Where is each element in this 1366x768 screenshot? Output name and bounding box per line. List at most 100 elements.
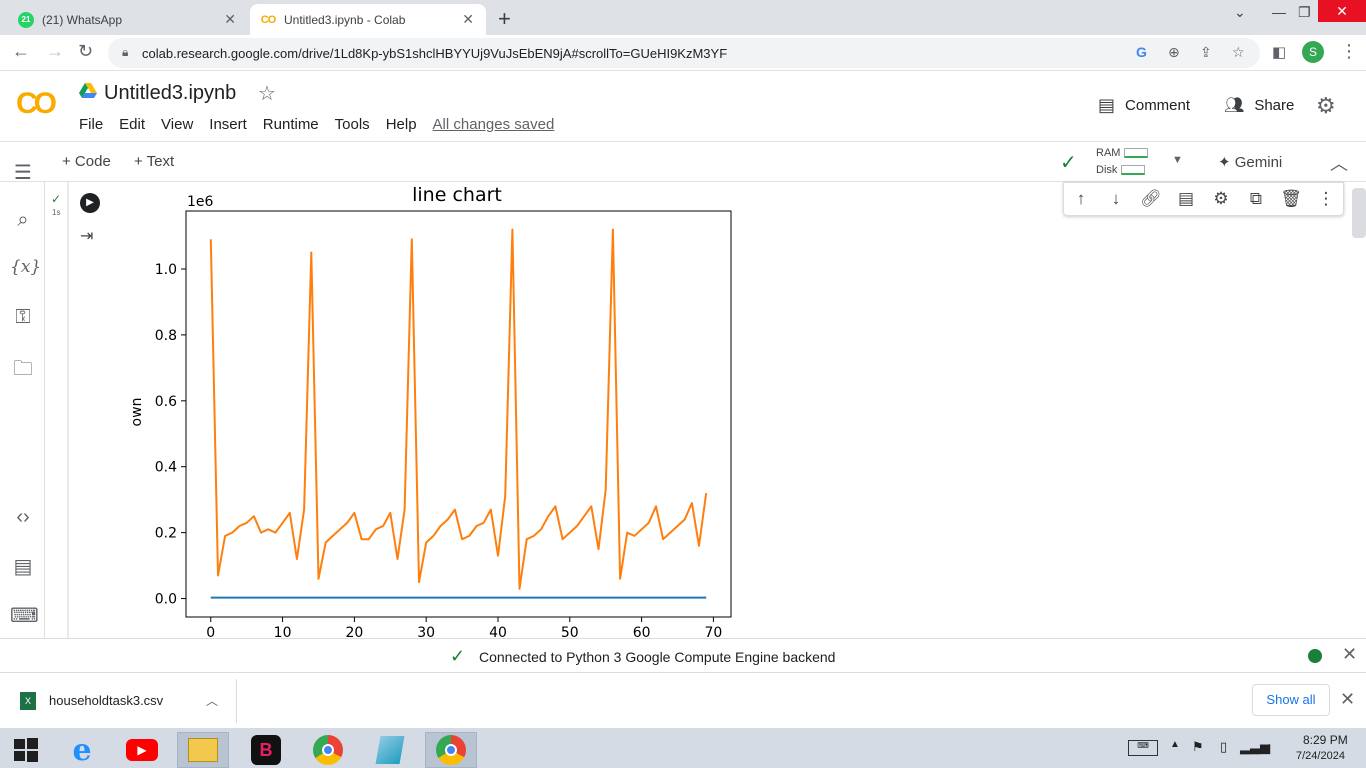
colab-icon: CO — [260, 13, 277, 26]
add-text-button[interactable]: + Text — [134, 153, 174, 170]
whatsapp-icon: 21 — [18, 11, 34, 28]
chevron-up-icon[interactable]: ︿ — [206, 692, 218, 709]
show-all-button[interactable]: Show all — [1252, 684, 1330, 716]
close-icon[interactable]: ✕ — [1340, 689, 1355, 710]
comment-icon[interactable]: ▤ — [1175, 189, 1197, 209]
menu-edit[interactable]: Edit — [119, 116, 145, 133]
comment-button[interactable]: ▤ Comment — [1098, 95, 1190, 116]
clock-date[interactable]: 7/24/2024 — [1296, 750, 1345, 762]
code-snippets-icon[interactable]: ‹› — [10, 506, 36, 529]
close-icon[interactable]: ✕ — [1342, 644, 1357, 665]
tab-label: Untitled3.ipynb - Colab — [284, 12, 406, 27]
folder-icon[interactable]: 🗀 — [10, 354, 36, 388]
menu-insert[interactable]: Insert — [209, 116, 247, 133]
close-tab-icon[interactable]: ✕ — [224, 11, 236, 28]
add-code-button[interactable]: + Code — [62, 153, 111, 170]
move-down-icon[interactable]: ↓ — [1105, 189, 1127, 209]
flag-icon[interactable]: ⚑ — [1192, 739, 1204, 755]
download-filename[interactable]: householdtask3.csv — [49, 693, 163, 708]
menu-help[interactable]: Help — [386, 116, 417, 133]
menu-view[interactable]: View — [161, 116, 193, 133]
status-text: Connected to Python 3 Google Compute Eng… — [479, 649, 836, 665]
scrollbar-thumb[interactable] — [1352, 188, 1366, 238]
google-drive-icon[interactable] — [79, 83, 97, 99]
cell-actions-toolbar: ↑ ↓ 🔗︎ ▤ ⚙ ⧉ 🗑︎ ⋮ — [1063, 182, 1344, 216]
chevron-up-icon[interactable]: ▲ — [1170, 739, 1180, 750]
menu-runtime[interactable]: Runtime — [263, 116, 319, 133]
address-bar[interactable]: 🔒︎ colab.research.google.com/drive/1Ld8K… — [108, 38, 1260, 68]
colab-logo[interactable]: CO — [16, 87, 57, 121]
run-cell-button[interactable]: ▶ — [80, 193, 100, 213]
save-status-link[interactable]: All changes saved — [433, 116, 555, 133]
download-bar: X householdtask3.csv ︿ Show all ✕ — [0, 672, 1366, 728]
file-explorer-icon[interactable] — [177, 732, 229, 768]
variables-icon[interactable]: {x} — [10, 257, 41, 277]
internet-explorer-icon[interactable]: e — [56, 732, 108, 768]
share-button[interactable]: 👥︎ Share — [1224, 95, 1294, 115]
lock-icon[interactable]: 🔒︎ — [122, 45, 128, 60]
x-tick-label: 10 — [274, 625, 292, 638]
y-scale-label: 1e6 — [187, 194, 214, 210]
ram-label: RAM — [1096, 147, 1121, 159]
star-icon[interactable]: ☆ — [258, 81, 276, 106]
windows-start-button[interactable] — [0, 732, 52, 768]
reload-icon[interactable]: ↻ — [78, 41, 93, 62]
gear-icon[interactable]: ⚙ — [1210, 189, 1232, 209]
app-icon[interactable]: B — [240, 732, 292, 768]
battery-icon[interactable]: ▯ — [1220, 739, 1227, 755]
command-palette-icon[interactable]: ▤ — [10, 554, 36, 579]
zoom-icon[interactable]: ⊕ — [1168, 44, 1180, 61]
notebook-area: ✓ 1s ▶ ⇥ line chart 1e6 own 0.0 0.2 0.4 0.6… — [45, 182, 1366, 638]
gemini-button[interactable]: ✦ Gemini — [1218, 153, 1282, 171]
link-icon[interactable]: 🔗︎ — [1140, 189, 1162, 209]
status-bar: ✓ Connected to Python 3 Google Compute E… — [0, 638, 1366, 672]
profile-avatar[interactable]: S — [1302, 41, 1324, 63]
volume-icon[interactable]: 🔈︎ — [1266, 739, 1274, 755]
chevron-up-icon[interactable]: ︿ — [1330, 150, 1348, 176]
terminal-icon[interactable]: ⌨ — [10, 603, 39, 628]
clock-time[interactable]: 8:29 PM — [1303, 733, 1348, 747]
tab-search-icon[interactable]: ⌄ — [1234, 4, 1246, 21]
back-icon[interactable]: ← — [12, 41, 30, 62]
menu-tools[interactable]: Tools — [335, 116, 370, 133]
url-text[interactable]: colab.research.google.com/drive/1Ld8Kp-y… — [142, 46, 727, 61]
more-options-icon[interactable]: ⋮ — [1315, 189, 1337, 209]
notepad-icon[interactable] — [364, 732, 416, 768]
bookmark-star-icon[interactable]: ☆ — [1232, 44, 1245, 61]
delete-icon[interactable]: 🗑︎ — [1280, 189, 1302, 209]
new-tab-button[interactable]: + — [498, 6, 511, 32]
move-up-icon[interactable]: ↑ — [1070, 189, 1092, 209]
chevron-down-icon[interactable]: ▼ — [1172, 154, 1183, 166]
google-translate-icon[interactable]: G — [1136, 44, 1147, 60]
x-tick-label: 70 — [704, 625, 722, 638]
keyboard-icon[interactable]: ⌨ — [1128, 740, 1158, 756]
search-icon[interactable]: ⌕ — [10, 209, 36, 232]
side-panel-icon[interactable]: ◧ — [1272, 43, 1286, 61]
ram-meter — [1124, 148, 1149, 159]
browser-menu-icon[interactable]: ⋮ — [1340, 41, 1358, 62]
output-actions-icon[interactable]: ⇥ — [80, 226, 93, 246]
close-tab-icon[interactable]: ✕ — [462, 11, 474, 28]
notebook-title[interactable]: Untitled3.ipynb — [104, 82, 236, 105]
mirror-cell-icon[interactable]: ⧉ — [1245, 189, 1267, 209]
minimize-icon[interactable]: — — [1272, 4, 1286, 20]
tab-whatsapp[interactable]: 21 (21) WhatsApp ✕ — [8, 4, 248, 35]
restore-icon[interactable]: ❐ — [1298, 4, 1311, 21]
share-page-icon[interactable]: ⇪ — [1200, 44, 1212, 61]
connected-check-icon[interactable]: ✓ — [1060, 150, 1077, 175]
disk-label: Disk — [1096, 164, 1118, 176]
y-axis-ticks: 0.0 0.2 0.4 0.6 0.8 1.0 — [155, 262, 186, 608]
gemini-label: Gemini — [1234, 154, 1283, 171]
y-axis-label: own — [129, 398, 145, 427]
key-icon[interactable]: ⚿ — [10, 306, 36, 329]
menu-file[interactable]: File — [79, 116, 103, 133]
table-of-contents-icon[interactable]: ☰ — [10, 160, 36, 185]
resource-monitor[interactable]: RAM Disk — [1096, 145, 1149, 179]
chrome-icon[interactable] — [302, 732, 354, 768]
tab-colab[interactable]: CO Untitled3.ipynb - Colab ✕ — [250, 4, 486, 35]
youtube-icon[interactable]: ▶ — [116, 732, 168, 768]
chrome-profile-icon[interactable] — [425, 732, 477, 768]
forward-icon[interactable]: → — [46, 41, 64, 62]
window-close-button[interactable]: ✕ — [1318, 0, 1366, 22]
gear-icon[interactable]: ⚙ — [1316, 93, 1336, 119]
